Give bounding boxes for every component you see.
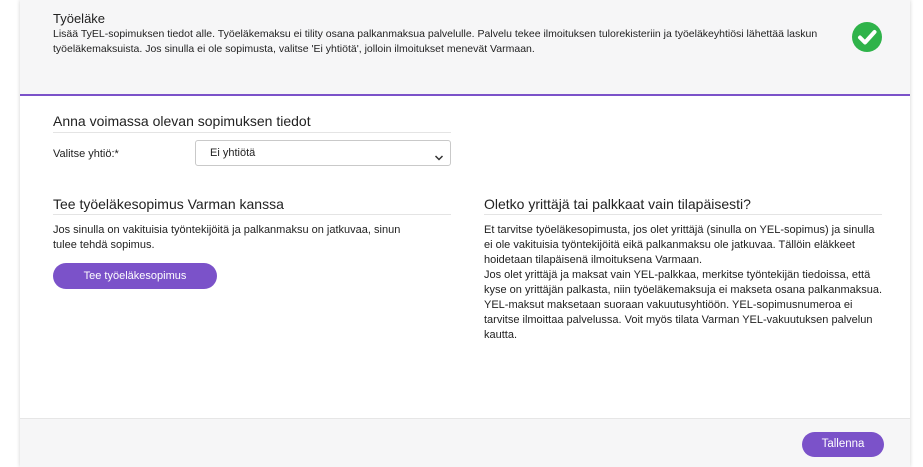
new-contract-text: Jos sinulla on vakituisia työntekijöitä … bbox=[53, 224, 401, 251]
check-circle-icon bbox=[852, 22, 882, 52]
divider bbox=[53, 132, 451, 133]
entrepreneur-title: Oletko yrittäjä tai palkkaat vain tilapä… bbox=[484, 196, 751, 212]
card-description: Lisää TyEL-sopimuksen tiedot alle. Työel… bbox=[53, 28, 818, 55]
card-header: Työeläke Lisää TyEL-sopimuksen tiedot al… bbox=[20, 0, 910, 96]
company-select[interactable]: Ei yhtiötä bbox=[195, 140, 451, 166]
chevron-down-icon bbox=[434, 149, 444, 167]
create-contract-button[interactable]: Tee työeläkesopimus bbox=[53, 263, 217, 289]
new-contract-title: Tee työeläkesopimus Varman kanssa bbox=[53, 196, 284, 212]
card-title: Työeläke bbox=[53, 11, 106, 26]
divider bbox=[53, 214, 451, 215]
contract-section-title: Anna voimassa olevan sopimuksen tiedot bbox=[53, 113, 311, 129]
company-label: Valitse yhtiö:* bbox=[53, 148, 119, 160]
company-select-value: Ei yhtiötä bbox=[210, 147, 256, 159]
save-button[interactable]: Tallenna bbox=[802, 432, 884, 457]
divider bbox=[484, 214, 882, 215]
pension-settings-card: Työeläke Lisää TyEL-sopimuksen tiedot al… bbox=[20, 0, 910, 467]
card-footer: Tallenna bbox=[20, 418, 910, 467]
entrepreneur-text: Et tarvitse työeläkesopimusta, jos olet … bbox=[484, 224, 883, 341]
